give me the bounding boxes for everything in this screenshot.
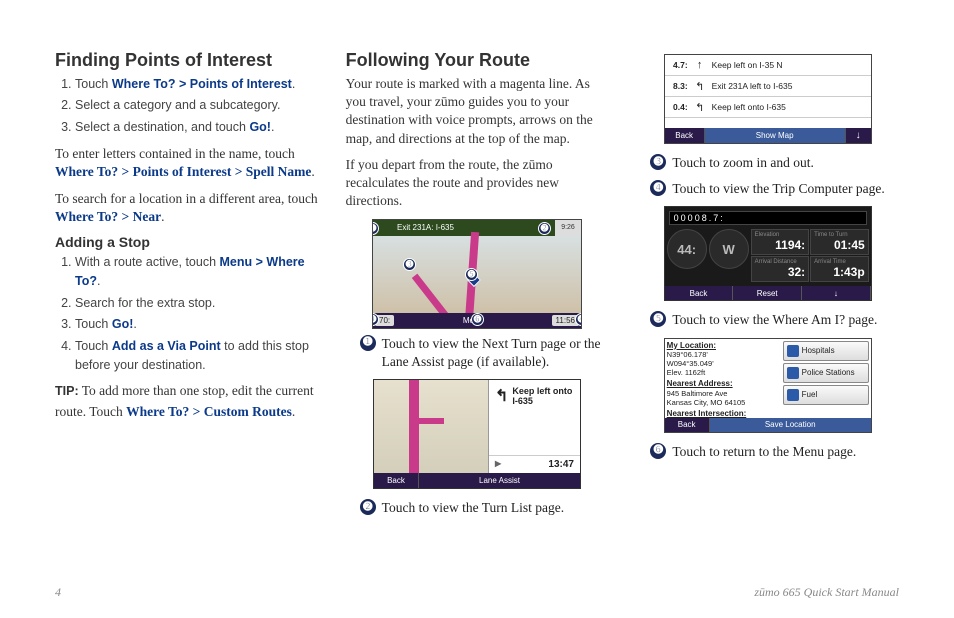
num-5-icon: ➎ — [650, 311, 666, 327]
via-point-link: Add as a Via Point — [112, 339, 221, 353]
list-item: Search for the extra stop. — [75, 294, 318, 313]
near-link: Where To? > Near — [55, 209, 161, 224]
exit-label: Exit 231A: I-635 — [397, 223, 454, 232]
back-button: Back — [665, 128, 705, 143]
spell-name-link: Where To? > Points of Interest > Spell N… — [55, 164, 311, 179]
follow-p2: If you depart from the route, the zūmo r… — [346, 156, 609, 211]
heading-following-route: Following Your Route — [346, 50, 609, 71]
num-3-icon: ➌ — [650, 154, 666, 170]
list-item: With a route active, touch Menu > Where … — [75, 253, 318, 292]
list-item: Select a destination, and touch Go!. — [75, 118, 318, 137]
go-link: Go! — [112, 317, 134, 331]
callout-2-icon: ➋ — [538, 222, 551, 235]
go-link: Go! — [249, 120, 271, 134]
manual-title: zūmo 665 Quick Start Manual — [754, 585, 899, 600]
down-arrow-icon: ↓ — [845, 128, 871, 143]
spell-name-tip: To enter letters contained in the name, … — [55, 145, 318, 181]
custom-routes-link: Where To? > Custom Routes — [126, 404, 292, 419]
num-4-icon: ➍ — [650, 180, 666, 196]
odometer: 00008.7: — [669, 211, 867, 225]
lane-assist-label: Lane Assist — [419, 473, 580, 488]
num-6-icon: ➏ — [650, 443, 666, 459]
speed-dial: 44: — [667, 229, 707, 269]
callout-3-icon: ➌ — [403, 258, 416, 271]
poi-steps: Touch Where To? > Points of Interest. Se… — [55, 75, 318, 137]
list-item: Touch Where To? > Points of Interest. — [75, 75, 318, 94]
stop-steps: With a route active, touch Menu > Where … — [55, 253, 318, 375]
heading-dial: W — [709, 229, 749, 269]
heading-adding-stop: Adding a Stop — [55, 234, 318, 250]
hospitals-button: Hospitals — [783, 341, 869, 361]
arrow-icon: ↰ — [691, 80, 709, 93]
callout-6-icon: ➏ — [471, 313, 484, 326]
callout-row-3: ➌Touch to zoom in and out. — [636, 154, 899, 172]
callout-row-6: ➏Touch to return to the Menu page. — [636, 443, 899, 461]
callout-row-2: ➋Touch to view the Turn List page. — [346, 499, 609, 517]
callout-row-5: ➎Touch to view the Where Am I? page. — [636, 311, 899, 329]
map-screenshot: 13: Exit 231A: I-635 9:26 70: Menu 11:56… — [372, 219, 582, 329]
arrow-icon: ↰ — [691, 101, 709, 114]
back-button: Back — [665, 286, 734, 300]
trip-computer-screenshot: 00008.7: 44: W Elevation1194: Time to Tu… — [664, 206, 872, 301]
callout-5-icon: ➎ — [465, 268, 478, 281]
lane-distance: 13:47 — [489, 455, 580, 473]
fuel-button: Fuel — [783, 385, 869, 405]
lane-instruction: Keep left onto I-635 — [489, 380, 580, 455]
reset-button: Reset — [733, 286, 802, 300]
show-map-button: Show Map — [705, 128, 845, 143]
down-arrow-icon: ↓ — [802, 286, 871, 300]
where-am-i-screenshot: My Location: N39°06.178' W094°35.049' El… — [664, 338, 872, 433]
num-1-icon: ➊ — [360, 335, 376, 351]
list-item: Touch Go!. — [75, 315, 318, 334]
page-number: 4 — [55, 585, 61, 600]
police-button: Police Stations — [783, 363, 869, 383]
near-tip: To search for a location in a different … — [55, 190, 318, 226]
num-2-icon: ➋ — [360, 499, 376, 515]
callout-4b-icon: ➍ — [575, 313, 582, 326]
turn-list-screenshot: 4.7:↑Keep left on I-35 N 8.3:↰Exit 231A … — [664, 54, 872, 144]
poi-link: Where To? > Points of Interest — [112, 77, 292, 91]
back-button: Back — [665, 418, 710, 432]
list-item: Select a category and a subcategory. — [75, 96, 318, 115]
callout-row-4: ➍Touch to view the Trip Computer page. — [636, 180, 899, 198]
tip-paragraph: TIP: To add more than one stop, edit the… — [55, 381, 318, 422]
lane-assist-screenshot: Keep left onto I-635 13:47 Back Lane Ass… — [373, 379, 581, 489]
follow-p1: Your route is marked with a magenta line… — [346, 75, 609, 148]
list-item: Touch Add as a Via Point to add this sto… — [75, 337, 318, 376]
time-label: 9:26 — [555, 220, 581, 236]
back-button: Back — [374, 473, 419, 488]
arrow-icon: ↑ — [691, 59, 709, 71]
callout-row-1: ➊Touch to view the Next Turn page or the… — [346, 335, 609, 371]
heading-finding-poi: Finding Points of Interest — [55, 50, 318, 71]
save-location-button: Save Location — [710, 418, 871, 432]
